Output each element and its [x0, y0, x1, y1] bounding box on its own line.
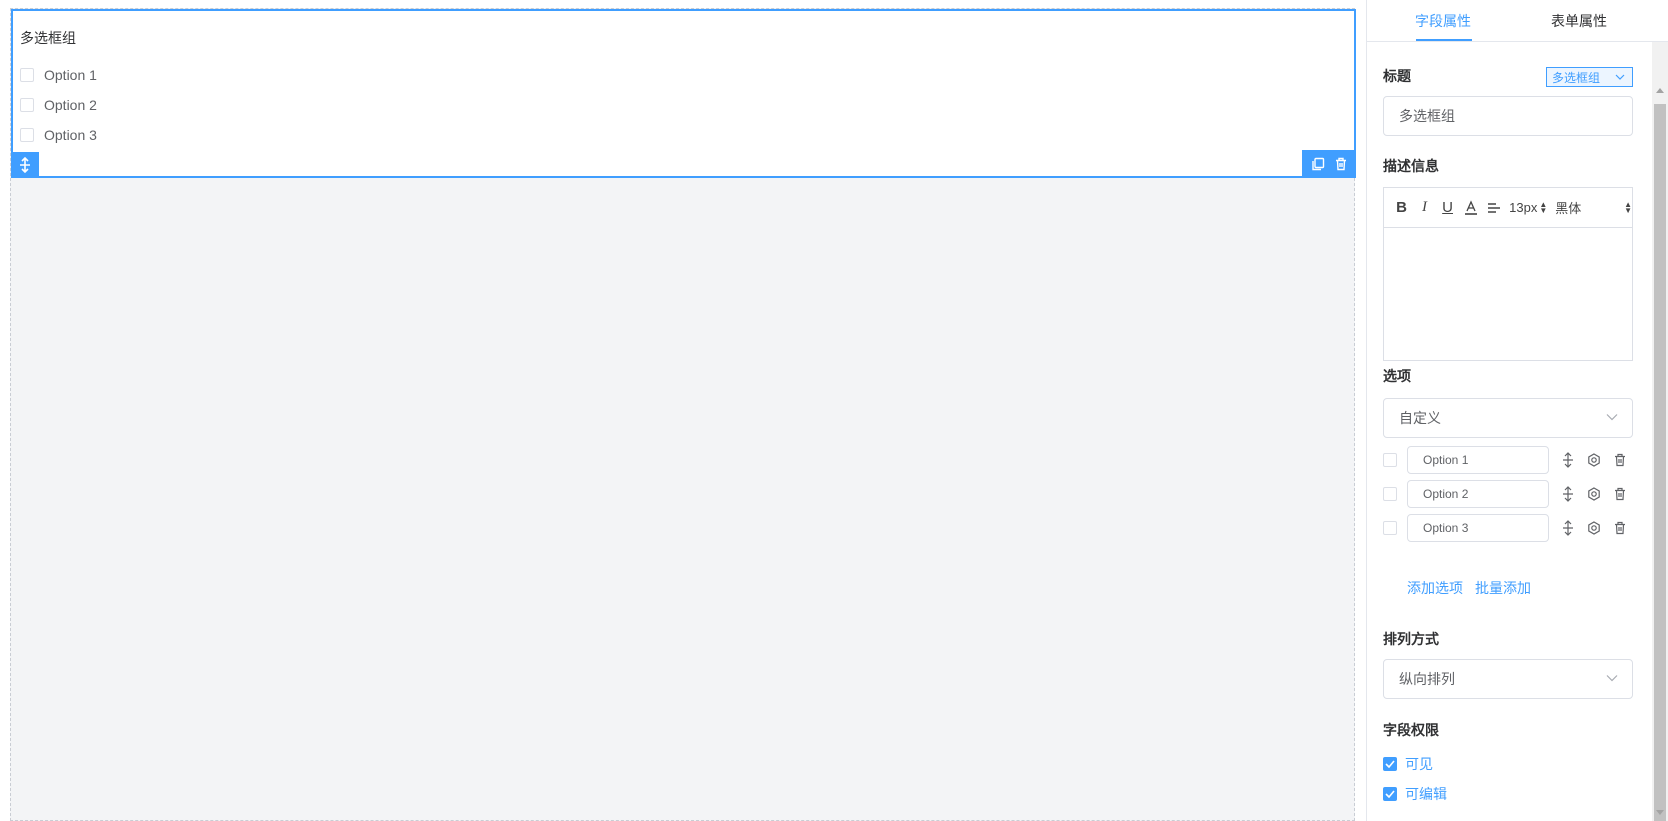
options-source-select[interactable]: 自定义 [1383, 398, 1633, 438]
field-title: 多选框组 [20, 30, 76, 46]
copy-icon[interactable] [1308, 154, 1328, 174]
checkbox-checked-icon[interactable] [1383, 787, 1397, 801]
perm-visible[interactable]: 可见 [1383, 754, 1433, 774]
form-canvas[interactable]: 多选框组 Option 1 Option 2 Option 3 [10, 8, 1356, 821]
font-size-value: 13px [1509, 200, 1538, 215]
font-size-select[interactable]: 13px ▲ ▼ [1509, 200, 1547, 215]
options-source-value: 自定义 [1399, 410, 1441, 426]
option-row-2: Option 2 [1383, 480, 1633, 508]
drag-handle-icon[interactable] [11, 152, 39, 178]
perm-editable[interactable]: 可编辑 [1383, 784, 1447, 804]
option-default-checkbox[interactable] [1383, 453, 1397, 467]
font-family-select[interactable]: 黑体 ▲ ▼ [1555, 198, 1632, 217]
checkbox[interactable] [20, 98, 34, 112]
checkbox[interactable] [20, 68, 34, 82]
panel-scrollbar[interactable] [1652, 42, 1668, 821]
properties-panel: 字段属性 表单属性 标题 多选框组 多选框组 描述信息 B I U 13px ▲… [1366, 0, 1668, 821]
checkbox-checked-icon[interactable] [1383, 757, 1397, 771]
option-label: Option 2 [44, 97, 97, 113]
description-label: 描述信息 [1383, 158, 1439, 174]
field-actions [1302, 150, 1356, 178]
scroll-up-icon[interactable] [1656, 88, 1664, 93]
option-input[interactable]: Option 2 [1407, 480, 1549, 508]
panel-tabs: 字段属性 表单属性 [1367, 0, 1668, 42]
add-option-link[interactable]: 添加选项 [1407, 578, 1463, 598]
chevron-down-icon [1606, 675, 1618, 682]
bold-button[interactable]: B [1390, 196, 1413, 220]
batch-add-link[interactable]: 批量添加 [1475, 578, 1531, 598]
checkbox-group-field[interactable]: 多选框组 Option 1 Option 2 Option 3 [11, 9, 1356, 178]
layout-value: 纵向排列 [1399, 671, 1455, 687]
option-default-checkbox[interactable] [1383, 487, 1397, 501]
options-label: 选项 [1383, 368, 1411, 384]
option-row-3: Option 3 [1383, 514, 1633, 542]
drag-sort-icon[interactable] [1559, 451, 1577, 469]
perm-editable-label: 可编辑 [1405, 786, 1447, 802]
editor-toolbar: B I U 13px ▲ ▼ 黑体 ▲ ▼ [1384, 188, 1632, 228]
option-label: Option 1 [44, 67, 97, 83]
option-default-checkbox[interactable] [1383, 521, 1397, 535]
settings-icon[interactable] [1585, 485, 1603, 503]
updown-icon: ▲ ▼ [1624, 199, 1633, 215]
align-icon[interactable] [1482, 196, 1505, 220]
canvas-option-2[interactable]: Option 2 [20, 95, 97, 115]
drag-sort-icon[interactable] [1559, 485, 1577, 503]
description-editor[interactable]: B I U 13px ▲ ▼ 黑体 ▲ ▼ [1383, 187, 1633, 361]
chevron-down-icon [1615, 74, 1625, 80]
title-input[interactable]: 多选框组 [1383, 96, 1633, 136]
tab-form-properties[interactable]: 表单属性 [1551, 11, 1607, 31]
field-type-select[interactable]: 多选框组 [1546, 67, 1633, 87]
option-row-1: Option 1 [1383, 446, 1633, 474]
title-label: 标题 [1383, 68, 1411, 84]
italic-button[interactable]: I [1413, 196, 1436, 220]
delete-icon[interactable] [1611, 485, 1629, 503]
drag-sort-icon[interactable] [1559, 519, 1577, 537]
settings-icon[interactable] [1585, 451, 1603, 469]
underline-button[interactable]: U [1436, 196, 1459, 220]
option-input[interactable]: Option 1 [1407, 446, 1549, 474]
scroll-thumb[interactable] [1654, 104, 1666, 821]
permission-label: 字段权限 [1383, 722, 1439, 738]
field-type-value: 多选框组 [1552, 70, 1601, 85]
canvas-option-1[interactable]: Option 1 [20, 65, 97, 85]
layout-label: 排列方式 [1383, 631, 1439, 647]
scroll-down-icon[interactable] [1656, 810, 1664, 815]
layout-select[interactable]: 纵向排列 [1383, 659, 1633, 699]
chevron-down-icon [1606, 414, 1618, 421]
option-label: Option 3 [44, 127, 97, 143]
canvas-option-3[interactable]: Option 3 [20, 125, 97, 145]
tab-indicator [1416, 39, 1472, 41]
delete-icon[interactable] [1331, 154, 1351, 174]
tab-field-properties[interactable]: 字段属性 [1415, 11, 1471, 31]
updown-icon: ▲ ▼ [1539, 199, 1548, 215]
option-input[interactable]: Option 3 [1407, 514, 1549, 542]
font-color-icon[interactable] [1459, 196, 1482, 220]
font-family-value: 黑体 [1555, 201, 1582, 216]
settings-icon[interactable] [1585, 519, 1603, 537]
delete-icon[interactable] [1611, 451, 1629, 469]
checkbox[interactable] [20, 128, 34, 142]
perm-visible-label: 可见 [1405, 756, 1433, 772]
delete-icon[interactable] [1611, 519, 1629, 537]
